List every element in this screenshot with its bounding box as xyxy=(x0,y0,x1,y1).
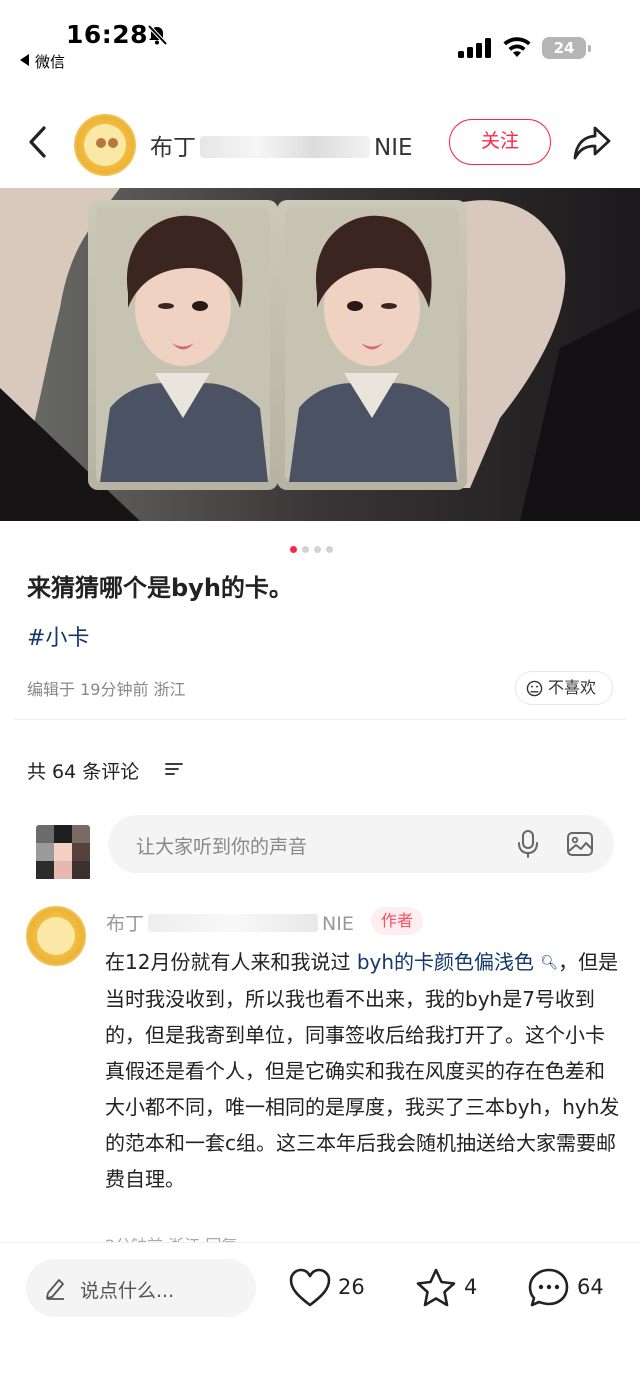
comment-input[interactable]: 让大家听到你的声音 xyxy=(108,815,614,873)
photocard-photo-illustration xyxy=(0,188,640,521)
comment-search-link[interactable]: byh的卡颜色偏浅色 xyxy=(357,950,534,974)
comment-text-intro: 在12月份就有人来和我说过 xyxy=(105,950,357,974)
bell-muted-icon xyxy=(147,24,168,46)
star-icon xyxy=(416,1268,456,1307)
comment-author-suffix: NIE xyxy=(322,913,354,935)
carousel-dot xyxy=(302,546,309,553)
carousel-dot xyxy=(326,546,333,553)
author-badge: 作者 xyxy=(371,907,423,935)
section-divider xyxy=(14,719,626,720)
carousel-indicator xyxy=(290,538,338,553)
post-edit-meta: 编辑于 19分钟前 浙江 xyxy=(27,680,186,699)
back-chevron-icon[interactable] xyxy=(24,122,54,162)
avatar-pixel xyxy=(72,843,90,861)
back-triangle-icon xyxy=(20,54,29,66)
comment-text-rest: ，但是当时我没收到，所以我也看不出来，我的byh是7号收到的，但是我寄到单位，同… xyxy=(105,950,620,1191)
sort-icon[interactable] xyxy=(165,761,183,777)
back-to-wechat-link[interactable]: 微信 xyxy=(20,51,65,72)
post-header: 布丁 NIE 关注 xyxy=(0,100,640,186)
pencil-icon xyxy=(46,1279,64,1300)
avatar-pudding-graphic xyxy=(37,917,75,955)
comment-input-placeholder: 让大家听到你的声音 xyxy=(136,836,308,858)
comment-count-label: 共 64 条评论 xyxy=(27,761,140,783)
comment-author-prefix: 布丁 xyxy=(106,913,145,935)
comment-text: 在12月份就有人来和我说过 byh的卡颜色偏浅色 🔍︎，但是当时我没收到，所以我… xyxy=(105,944,620,1197)
author-name-prefix: 布丁 xyxy=(150,135,196,161)
follow-button[interactable]: 关注 xyxy=(449,119,551,165)
avatar-decoration xyxy=(96,138,106,148)
post-image[interactable] xyxy=(0,188,640,521)
clock-time: 16:28 xyxy=(66,20,149,49)
comment-author-name[interactable]: 布丁 NIE xyxy=(106,909,354,936)
author-name-suffix: NIE xyxy=(374,135,413,161)
share-icon[interactable] xyxy=(572,124,612,162)
avatar-pixel xyxy=(54,861,72,879)
sad-face-icon xyxy=(526,680,543,697)
status-bar: 16:28 微信 24 xyxy=(0,0,640,80)
author-name-blurred xyxy=(200,136,370,158)
avatar-pixel xyxy=(72,861,90,879)
microphone-icon[interactable] xyxy=(514,829,542,859)
post-hashtag-link[interactable]: #小卡 xyxy=(27,620,89,652)
current-user-avatar xyxy=(36,825,90,881)
image-picker-icon[interactable] xyxy=(566,830,594,858)
wifi-icon xyxy=(503,37,531,57)
comment-count: 64 xyxy=(577,1275,604,1299)
bottom-action-bar: 说点什么... 26 4 64 xyxy=(0,1242,640,1388)
battery-indicator: 24 xyxy=(542,37,591,59)
comment-author-blurred xyxy=(148,914,319,932)
avatar-pixel xyxy=(36,861,54,879)
say-something-placeholder: 说点什么... xyxy=(80,1280,175,1302)
dislike-button[interactable]: 不喜欢 xyxy=(515,671,613,705)
avatar-decoration xyxy=(108,138,118,148)
carousel-dot xyxy=(314,546,321,553)
avatar-pixel xyxy=(36,843,54,861)
avatar-pixel xyxy=(54,843,72,861)
say-something-input[interactable]: 说点什么... xyxy=(26,1259,256,1317)
avatar-pixel xyxy=(72,825,90,843)
back-app-label: 微信 xyxy=(35,53,66,71)
search-magnifier-icon[interactable]: 🔍︎ xyxy=(540,955,558,971)
comment-bubble-icon xyxy=(528,1268,569,1307)
collect-count: 4 xyxy=(464,1275,478,1299)
heart-icon xyxy=(289,1268,331,1307)
comment-author-avatar[interactable] xyxy=(26,906,86,966)
like-count: 26 xyxy=(338,1275,365,1299)
author-avatar[interactable] xyxy=(74,114,136,176)
author-name[interactable]: 布丁 NIE xyxy=(150,128,413,162)
carousel-dot-active xyxy=(290,546,297,553)
avatar-pixel xyxy=(54,825,72,843)
post-title: 来猜猜哪个是byh的卡。 xyxy=(27,574,293,602)
avatar-pixel xyxy=(36,825,54,843)
cellular-signal-icon xyxy=(458,38,491,58)
dislike-label: 不喜欢 xyxy=(548,678,597,697)
